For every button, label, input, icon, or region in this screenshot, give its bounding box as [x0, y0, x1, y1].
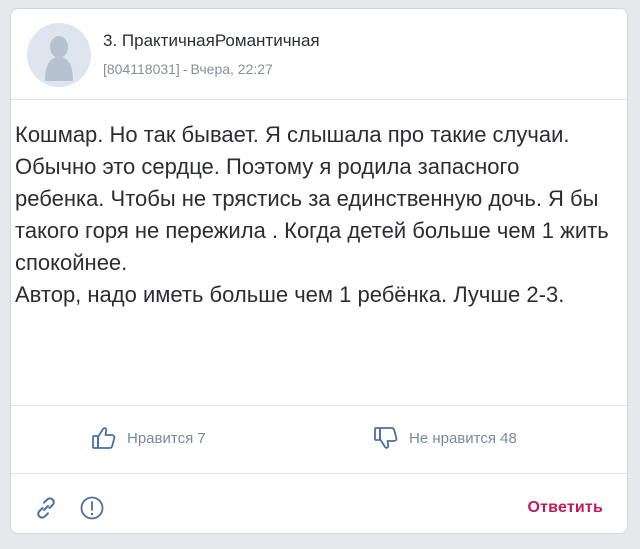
like-button[interactable]: Нравится 7 — [91, 425, 206, 451]
comment-card: 3. ПрактичнаяРомантичная [804118031] - Вче… — [10, 8, 628, 534]
author-name[interactable]: 3. ПрактичнаяРомантичная — [103, 31, 320, 51]
avatar[interactable] — [27, 23, 91, 87]
report-icon — [80, 496, 104, 520]
comment-paragraph: Автор, надо иметь больше чем 1 ребёнка. … — [15, 282, 565, 307]
thumbs-down-icon — [374, 427, 398, 449]
header-divider — [11, 99, 627, 100]
meta-separator: - — [182, 61, 188, 77]
thumbs-up-icon — [92, 427, 116, 449]
reactions-divider — [11, 473, 627, 474]
comment-footer: Ответить — [11, 479, 627, 529]
comment-header: 3. ПрактичнаяРомантичная [804118031] - Вче… — [21, 19, 617, 95]
link-icon — [37, 497, 55, 519]
report-button[interactable] — [79, 495, 105, 521]
post-timestamp: Вчера, 22:27 — [190, 61, 273, 77]
like-label: Нравится 7 — [127, 429, 206, 447]
user-id: [804118031] — [103, 61, 180, 77]
link-button[interactable] — [33, 495, 59, 521]
reactions-bar: Нравится 7 Не нравится 48 — [11, 413, 627, 469]
reply-button[interactable]: Ответить — [527, 499, 603, 517]
body-divider — [11, 405, 627, 406]
comment-body: Кошмар. Но так бывает. Я слышала про так… — [15, 119, 611, 311]
dislike-button[interactable]: Не нравится 48 — [373, 425, 517, 451]
user-silhouette-icon — [27, 23, 91, 87]
comment-paragraph: Кошмар. Но так бывает. Я слышала про так… — [15, 122, 609, 275]
dislike-label: Не нравится 48 — [409, 429, 517, 447]
post-meta: [804118031] - Вчера, 22:27 — [103, 61, 273, 77]
